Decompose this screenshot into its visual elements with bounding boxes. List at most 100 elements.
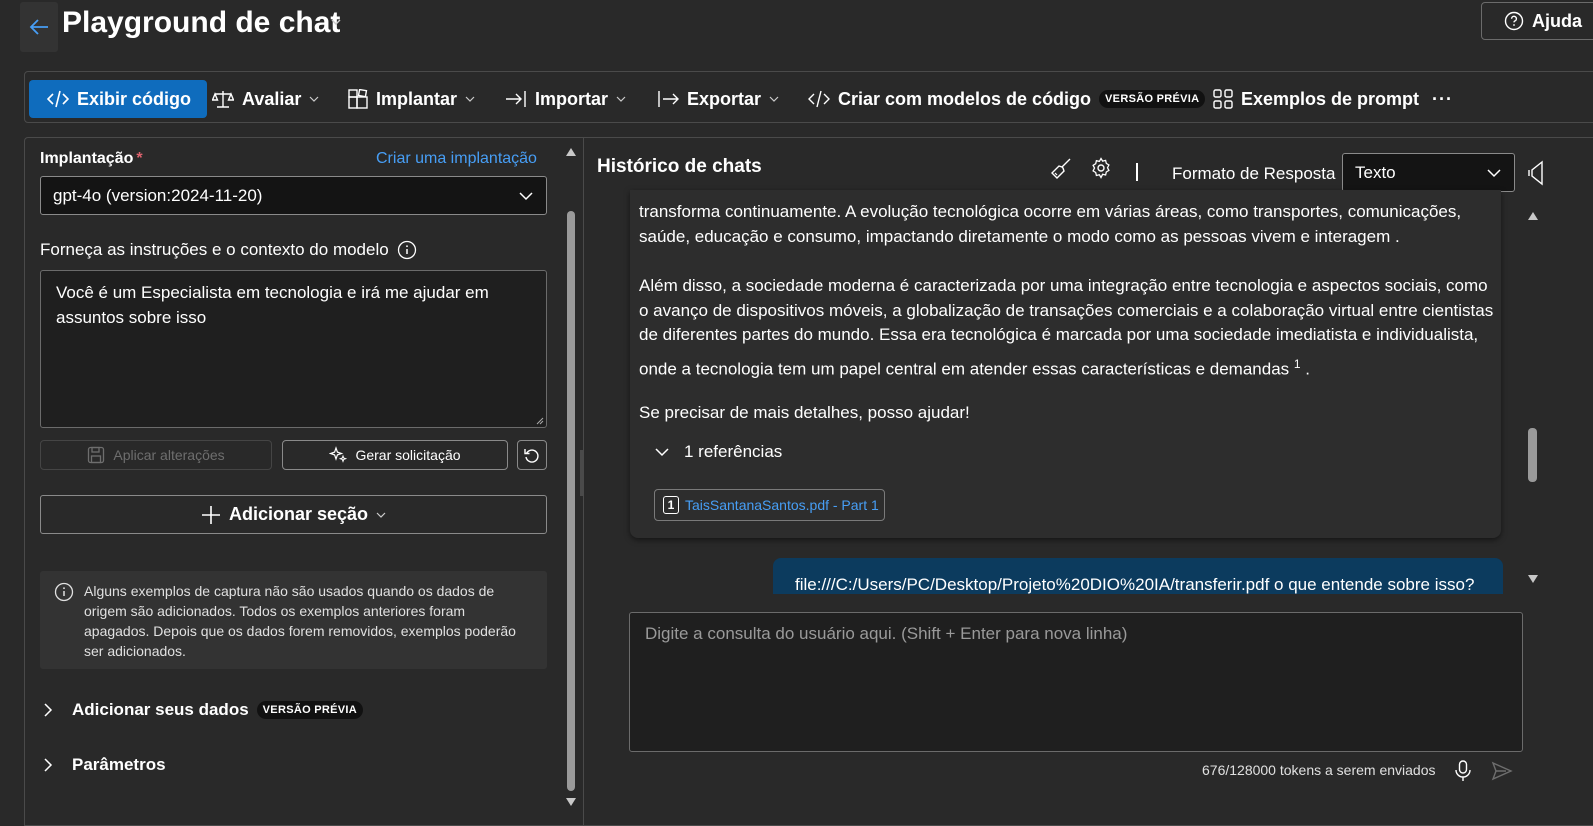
save-icon: [88, 446, 105, 464]
grid-icon: [1213, 89, 1233, 109]
export-icon: [658, 91, 679, 107]
scroll-up-icon[interactable]: [565, 147, 577, 157]
preview-badge: VERSÃO PRÉVIA: [1099, 90, 1206, 108]
reference-chip[interactable]: 1 TaisSantanaSantos.pdf - Part 1: [654, 489, 885, 521]
info-icon: [54, 582, 74, 602]
resize-handle-icon[interactable]: [534, 415, 544, 425]
arrow-left-icon: [29, 19, 48, 35]
chevron-down-icon: [655, 448, 669, 457]
deploy-icon: [348, 89, 368, 109]
clear-chat-icon[interactable]: [1050, 157, 1072, 179]
chat-scrollbar[interactable]: [1524, 205, 1542, 590]
user-message: file:///C:/Users/PC/Desktop/Projeto%20DI…: [773, 558, 1503, 594]
add-section-button[interactable]: Adicionar seção: [40, 495, 547, 534]
reference-number: 1: [663, 496, 679, 514]
response-format-select[interactable]: Texto: [1342, 153, 1515, 192]
chat-history-title: Histórico de chats: [597, 156, 762, 177]
message-paragraph: Além disso, a sociedade moderna é caract…: [639, 274, 1494, 382]
parameters-label: Parâmetros: [72, 755, 166, 774]
import-icon: [506, 91, 526, 107]
message-line: o avanço de dispositivos móveis, a globa…: [639, 300, 1494, 320]
deployment-label: Implantação *: [40, 150, 143, 167]
instructions-label: Forneça as instruções e o contexto do mo…: [40, 240, 417, 260]
scroll-thumb[interactable]: [1528, 428, 1537, 482]
help-button[interactable]: Ajuda: [1481, 2, 1593, 40]
send-icon[interactable]: [1491, 761, 1513, 781]
create-with-code-label: Criar com modelos de código: [838, 88, 1092, 109]
parameters-accordion[interactable]: Parâmetros: [40, 755, 166, 775]
add-data-accordion[interactable]: Adicionar seus dados VERSÃO PRÉVIA: [40, 700, 364, 720]
apply-changes-button[interactable]: Aplicar alterações: [40, 440, 272, 470]
prompt-examples-label: Exemplos de prompt: [1241, 88, 1420, 109]
scale-icon: [212, 91, 234, 108]
export-button[interactable]: Exportar: [657, 80, 779, 118]
instructions-textarea[interactable]: Você é um Especialista em tecnologia e i…: [40, 270, 547, 428]
help-label: Ajuda: [1532, 10, 1583, 31]
code-icon: [47, 90, 69, 108]
citation-marker[interactable]: 1: [1294, 357, 1301, 371]
toolbar-divider: [1136, 163, 1138, 181]
evaluate-button[interactable]: Avaliar: [212, 80, 319, 118]
token-count: 676/128000 tokens a serem enviados: [1202, 762, 1436, 778]
plus-icon: [201, 505, 220, 524]
message-line: onde a tecnologia tem um papel central e…: [639, 356, 1311, 379]
settings-gear-icon[interactable]: [1090, 157, 1112, 179]
deployment-select[interactable]: gpt-4o (version:2024-11-20): [40, 176, 547, 215]
deployment-value: gpt-4o (version:2024-11-20): [53, 185, 263, 205]
message-closing: Se precisar de mais detalhes, posso ajud…: [639, 403, 970, 422]
code-icon: [808, 90, 830, 108]
create-deployment-link[interactable]: Criar uma implantação: [376, 150, 537, 168]
chevron-right-icon: [44, 758, 53, 772]
microphone-icon[interactable]: [1454, 760, 1472, 782]
chevron-down-icon: [519, 191, 533, 200]
reset-icon: [524, 449, 539, 463]
scroll-down-icon[interactable]: [1527, 574, 1539, 584]
import-button[interactable]: Importar: [505, 80, 626, 118]
generate-prompt-button[interactable]: Gerar solicitação: [282, 440, 508, 470]
back-button[interactable]: [20, 2, 58, 52]
message-paragraph: transforma continuamente. A evolução tec…: [639, 200, 1494, 249]
references-label: 1 referências: [684, 442, 783, 461]
scroll-thumb[interactable]: [567, 211, 575, 791]
more-options-button[interactable]: ···: [1432, 80, 1453, 118]
prompt-examples-button[interactable]: Exemplos de prompt: [1213, 80, 1419, 118]
reference-file-link[interactable]: TaisSantanaSantos.pdf - Part 1: [685, 497, 879, 513]
chevron-down-icon: [465, 96, 475, 102]
view-code-button[interactable]: Exibir código: [29, 80, 208, 118]
chevron-down-icon: [769, 96, 779, 102]
add-section-label: Adicionar seção: [228, 504, 369, 524]
response-format-value: Texto: [1355, 162, 1396, 182]
view-code-label: Exibir código: [77, 88, 192, 109]
collapse-panel-icon[interactable]: [1528, 160, 1544, 186]
chevron-down-icon: [1487, 168, 1501, 177]
generate-prompt-label: Gerar solicitação: [355, 447, 461, 463]
toolbar: Exibir código Avaliar Implantar Importar…: [24, 71, 1593, 123]
import-label: Importar: [535, 88, 609, 109]
export-label: Exportar: [687, 88, 762, 109]
message-line: transforma continuamente. A evolução tec…: [639, 202, 1462, 221]
info-message: Alguns exemplos de captura não são usado…: [40, 571, 547, 669]
user-query-input[interactable]: Digite a consulta do usuário aqui. (Shif…: [629, 612, 1523, 752]
message-line: de diferentes partes do mundo. Essa era …: [639, 325, 1479, 344]
input-placeholder: Digite a consulta do usuário aqui. (Shif…: [645, 624, 1128, 643]
apply-changes-label: Aplicar alterações: [113, 447, 225, 463]
preview-badge: VERSÃO PRÉVIA: [256, 701, 364, 719]
setup-scrollbar[interactable]: [563, 143, 579, 811]
scroll-down-icon[interactable]: [565, 797, 577, 807]
deploy-label: Implantar: [376, 88, 458, 109]
response-format-label: Formato de Resposta: [1172, 164, 1336, 183]
info-icon[interactable]: [397, 240, 417, 260]
references-toggle[interactable]: 1 referências: [654, 442, 782, 462]
create-with-code-button[interactable]: Criar com modelos de código VERSÃO PRÉVI…: [808, 80, 1206, 118]
evaluate-label: Avaliar: [242, 88, 302, 109]
scroll-up-icon[interactable]: [1527, 211, 1539, 221]
chevron-down-icon: [309, 96, 319, 102]
sparkle-icon: [329, 446, 348, 463]
instructions-value: Você é um Especialista em tecnologia e i…: [56, 283, 489, 327]
reset-button[interactable]: [517, 440, 547, 470]
message-line: Além disso, a sociedade moderna é caract…: [639, 276, 1488, 295]
deploy-button[interactable]: Implantar: [348, 80, 475, 118]
help-circle-icon: [1504, 11, 1524, 31]
chevron-right-icon: [44, 703, 53, 717]
chevron-down-icon[interactable]: [330, 16, 342, 28]
